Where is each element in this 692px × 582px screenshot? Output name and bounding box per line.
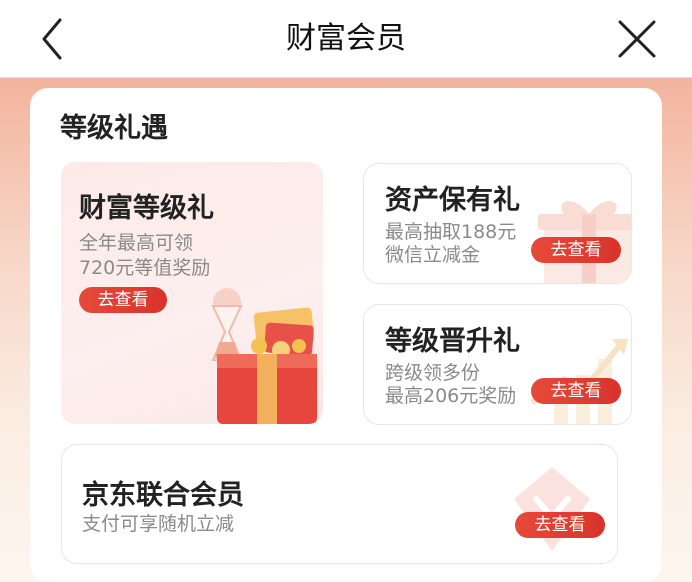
card-desc-line2: 720元等值奖励 xyxy=(79,257,211,279)
level-upgrade-gift-card[interactable]: 等级晋升礼 跨级领多份 最高206元奖励 去查看 xyxy=(363,304,632,425)
wealth-level-gift-card[interactable]: 财富等级礼 全年最高可领 720元等值奖励 去查看 xyxy=(61,162,323,424)
asset-holding-gift-card[interactable]: 资产保有礼 最高抽取188元 微信立减金 去查看 xyxy=(363,163,632,284)
card-desc-line2: 最高206元奖励 xyxy=(385,385,517,407)
view-button[interactable]: 去查看 xyxy=(79,287,167,313)
card-title: 京东联合会员 xyxy=(82,480,244,511)
card-desc-line1: 最高抽取188元 xyxy=(385,221,517,243)
card-title: 资产保有礼 xyxy=(385,185,520,216)
level-benefits-panel: 等级礼遇 财富等级礼 全年最高可领 720元等值奖励 去查看 资产保有礼 最高抽… xyxy=(30,88,662,582)
view-button[interactable]: 去查看 xyxy=(531,237,621,263)
card-desc-line2: 微信立减金 xyxy=(385,244,481,266)
view-button[interactable]: 去查看 xyxy=(531,378,621,404)
treasure-chest-icon xyxy=(211,288,317,424)
view-button[interactable]: 去查看 xyxy=(515,512,605,538)
card-desc: 支付可享随机立减 xyxy=(82,513,235,535)
close-icon xyxy=(618,20,656,58)
close-button[interactable] xyxy=(612,14,662,64)
card-desc-line1: 全年最高可领 xyxy=(79,232,194,254)
jd-joint-membership-card[interactable]: 京东联合会员 支付可享随机立减 去查看 xyxy=(61,444,618,564)
card-desc-line1: 跨级领多份 xyxy=(385,362,481,384)
card-title: 等级晋升礼 xyxy=(385,326,520,357)
page-title: 财富会员 xyxy=(286,21,406,56)
section-title: 等级礼遇 xyxy=(60,113,168,144)
jd-logo-icon xyxy=(514,467,590,551)
navigation-bar: 财富会员 xyxy=(0,0,692,78)
card-title: 财富等级礼 xyxy=(79,193,214,224)
